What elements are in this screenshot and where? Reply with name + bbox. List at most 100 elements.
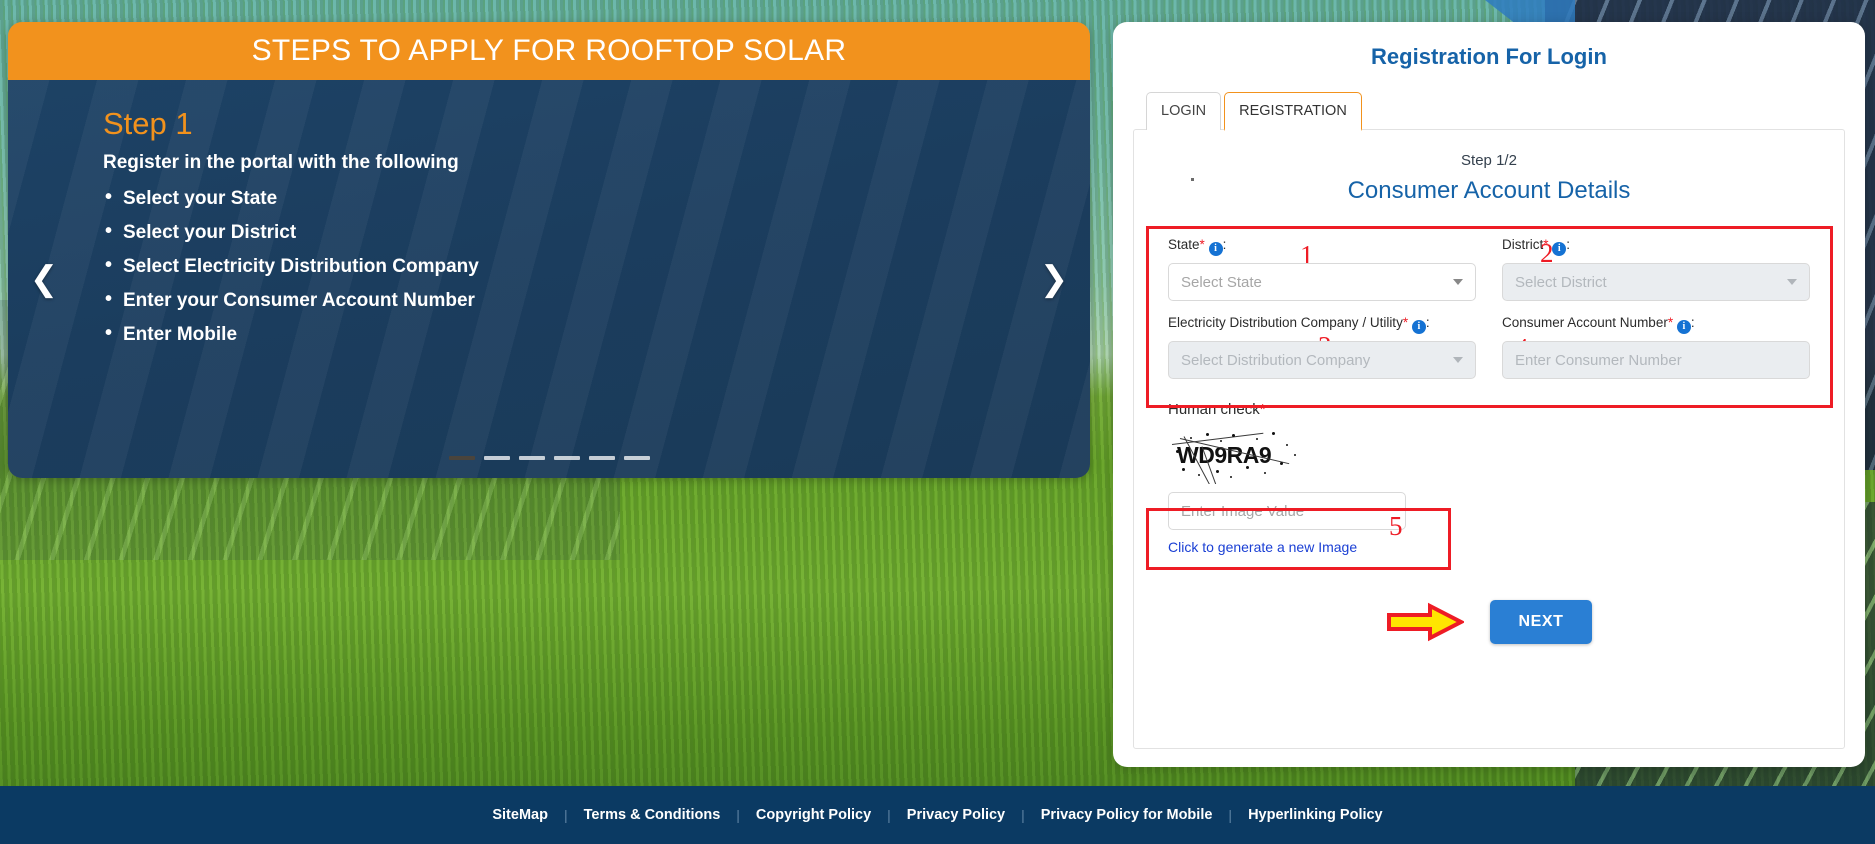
consumer-account-number-input[interactable]: Enter Consumer Number — [1502, 341, 1810, 379]
info-icon[interactable]: i — [1208, 242, 1223, 256]
label-text: State — [1168, 237, 1200, 252]
carousel-dot[interactable] — [623, 456, 650, 460]
captcha-noise-dot — [1190, 437, 1192, 439]
chevron-down-icon — [1453, 357, 1463, 363]
step-counter: Step 1/2 — [1461, 152, 1517, 169]
carousel-body: Step 1 Register in the portal with the f… — [8, 80, 1090, 478]
footer-links: SiteMap | Terms & Conditions | Copyright… — [476, 807, 1398, 823]
carousel-title: STEPS TO APPLY FOR ROOFTOP SOLAR — [251, 34, 847, 67]
tab-login[interactable]: LOGIN — [1146, 92, 1222, 130]
captcha-noise-dot — [1206, 433, 1209, 436]
field-label-district: District* i: — [1502, 237, 1810, 256]
field-district: District* i: Select District — [1502, 237, 1810, 301]
field-label-consumer-account-number: Consumer Account Number* i: — [1502, 315, 1810, 334]
field-distribution-company: Electricity Distribution Company / Utili… — [1168, 315, 1476, 379]
list-item: Select Electricity Distribution Company — [103, 254, 1090, 278]
captcha-input-placeholder: Enter Image Value — [1181, 502, 1305, 520]
tab-bar: LOGIN REGISTRATION — [1133, 92, 1845, 131]
distribution-company-select[interactable]: Select Distribution Company — [1168, 341, 1476, 379]
required-asterisk: * — [1667, 315, 1674, 330]
captcha-noise-dot — [1280, 462, 1283, 465]
captcha-input-wrapper: Enter Image Value — [1152, 492, 1826, 530]
stray-dot-artifact — [1191, 178, 1194, 181]
registration-tab-panel: Step 1/2 Consumer Account Details 1 2 3 … — [1133, 129, 1845, 749]
consumer-account-number-placeholder: Enter Consumer Number — [1515, 351, 1682, 369]
label-colon: : — [1566, 237, 1571, 252]
district-select-placeholder: Select District — [1515, 273, 1607, 291]
captcha-input[interactable]: Enter Image Value — [1168, 492, 1406, 530]
label-colon: : — [1425, 315, 1430, 330]
captcha-noise-dot — [1198, 474, 1200, 476]
field-label-distribution-company: Electricity Distribution Company / Utili… — [1168, 315, 1476, 334]
step-bullet-list: Select your State Select your District S… — [103, 186, 1090, 346]
human-check-label: Human check* — [1152, 401, 1826, 418]
step-subtitle: Register in the portal with the followin… — [103, 152, 459, 173]
carousel-dot[interactable] — [588, 456, 615, 460]
carousel-dot[interactable] — [483, 456, 510, 460]
captcha-noise-dot — [1182, 468, 1185, 471]
label-colon: : — [1690, 315, 1695, 330]
list-item: Select your District — [103, 220, 1090, 244]
list-item: Select your State — [103, 186, 1090, 210]
footer-link-sitemap[interactable]: SiteMap — [476, 807, 564, 823]
step-title: Step 1 — [103, 106, 193, 141]
info-icon[interactable]: i — [1676, 320, 1691, 334]
captcha-noise-dot — [1264, 472, 1266, 474]
field-consumer-account-number: Consumer Account Number* i: Enter Consum… — [1502, 315, 1810, 379]
footer: SiteMap | Terms & Conditions | Copyright… — [0, 786, 1875, 844]
section-heading: Consumer Account Details — [1347, 177, 1631, 204]
chevron-left-icon[interactable]: ❮ — [22, 259, 66, 299]
list-item: Enter Mobile — [103, 322, 1090, 346]
chevron-right-icon[interactable]: ❯ — [1032, 259, 1076, 299]
footer-link-terms-conditions[interactable]: Terms & Conditions — [568, 807, 737, 823]
captcha-noise-dot — [1272, 432, 1275, 435]
captcha-noise-dot — [1286, 444, 1288, 446]
captcha-noise-dot — [1232, 434, 1235, 437]
list-item: Enter your Consumer Account Number — [103, 288, 1090, 312]
label-colon: : — [1222, 237, 1227, 252]
label-text: District — [1502, 237, 1544, 252]
human-check-text: Human check — [1168, 401, 1260, 418]
consumer-account-fields: State* i: Select State District* i: Sele… — [1152, 223, 1826, 389]
captcha-noise-dot — [1294, 454, 1296, 456]
footer-link-privacy-policy[interactable]: Privacy Policy — [891, 807, 1021, 823]
next-button[interactable]: NEXT — [1490, 600, 1592, 644]
page-title: Registration For Login — [1371, 44, 1607, 69]
distribution-company-placeholder: Select Distribution Company — [1181, 351, 1371, 369]
tab-registration[interactable]: REGISTRATION — [1224, 92, 1362, 131]
footer-link-hyperlinking-policy[interactable]: Hyperlinking Policy — [1232, 807, 1399, 823]
district-select[interactable]: Select District — [1502, 263, 1810, 301]
captcha-noise-dot — [1246, 466, 1249, 469]
captcha-noise-dot — [1230, 476, 1232, 478]
captcha-noise-dot — [1216, 470, 1219, 473]
info-icon[interactable]: i — [1552, 242, 1567, 256]
required-asterisk: * — [1543, 237, 1549, 252]
annotation-arrow-icon — [1387, 602, 1465, 642]
required-asterisk: * — [1402, 315, 1409, 330]
label-text: Consumer Account Number — [1502, 315, 1668, 330]
footer-link-copyright-policy[interactable]: Copyright Policy — [740, 807, 887, 823]
chevron-down-icon — [1787, 279, 1797, 285]
carousel-dot[interactable] — [518, 456, 545, 460]
required-asterisk: * — [1199, 237, 1205, 252]
label-text: Electricity Distribution Company / Utili… — [1168, 315, 1403, 330]
carousel-dot[interactable] — [553, 456, 580, 460]
state-select-placeholder: Select State — [1181, 273, 1262, 291]
field-label-state: State* i: — [1168, 237, 1476, 256]
field-state: State* i: Select State — [1168, 237, 1476, 301]
info-icon[interactable]: i — [1411, 320, 1426, 334]
page-root: STEPS TO APPLY FOR ROOFTOP SOLAR Step 1 … — [0, 0, 1875, 844]
carousel-header: STEPS TO APPLY FOR ROOFTOP SOLAR — [8, 22, 1090, 80]
next-row: NEXT — [1134, 600, 1844, 644]
state-select[interactable]: Select State — [1168, 263, 1476, 301]
captcha-image: WD9RA9 — [1168, 428, 1308, 484]
required-asterisk: * — [1259, 401, 1266, 418]
captcha-noise-dot — [1256, 438, 1258, 440]
carousel-dot[interactable] — [448, 456, 475, 460]
registration-card: Registration For Login LOGIN REGISTRATIO… — [1113, 22, 1865, 767]
footer-link-privacy-policy-mobile[interactable]: Privacy Policy for Mobile — [1025, 807, 1229, 823]
steps-carousel: STEPS TO APPLY FOR ROOFTOP SOLAR Step 1 … — [8, 22, 1090, 478]
regenerate-captcha-link[interactable]: Click to generate a new Image — [1152, 539, 1826, 555]
chevron-down-icon — [1453, 279, 1463, 285]
captcha-noise-dot — [1220, 440, 1222, 442]
